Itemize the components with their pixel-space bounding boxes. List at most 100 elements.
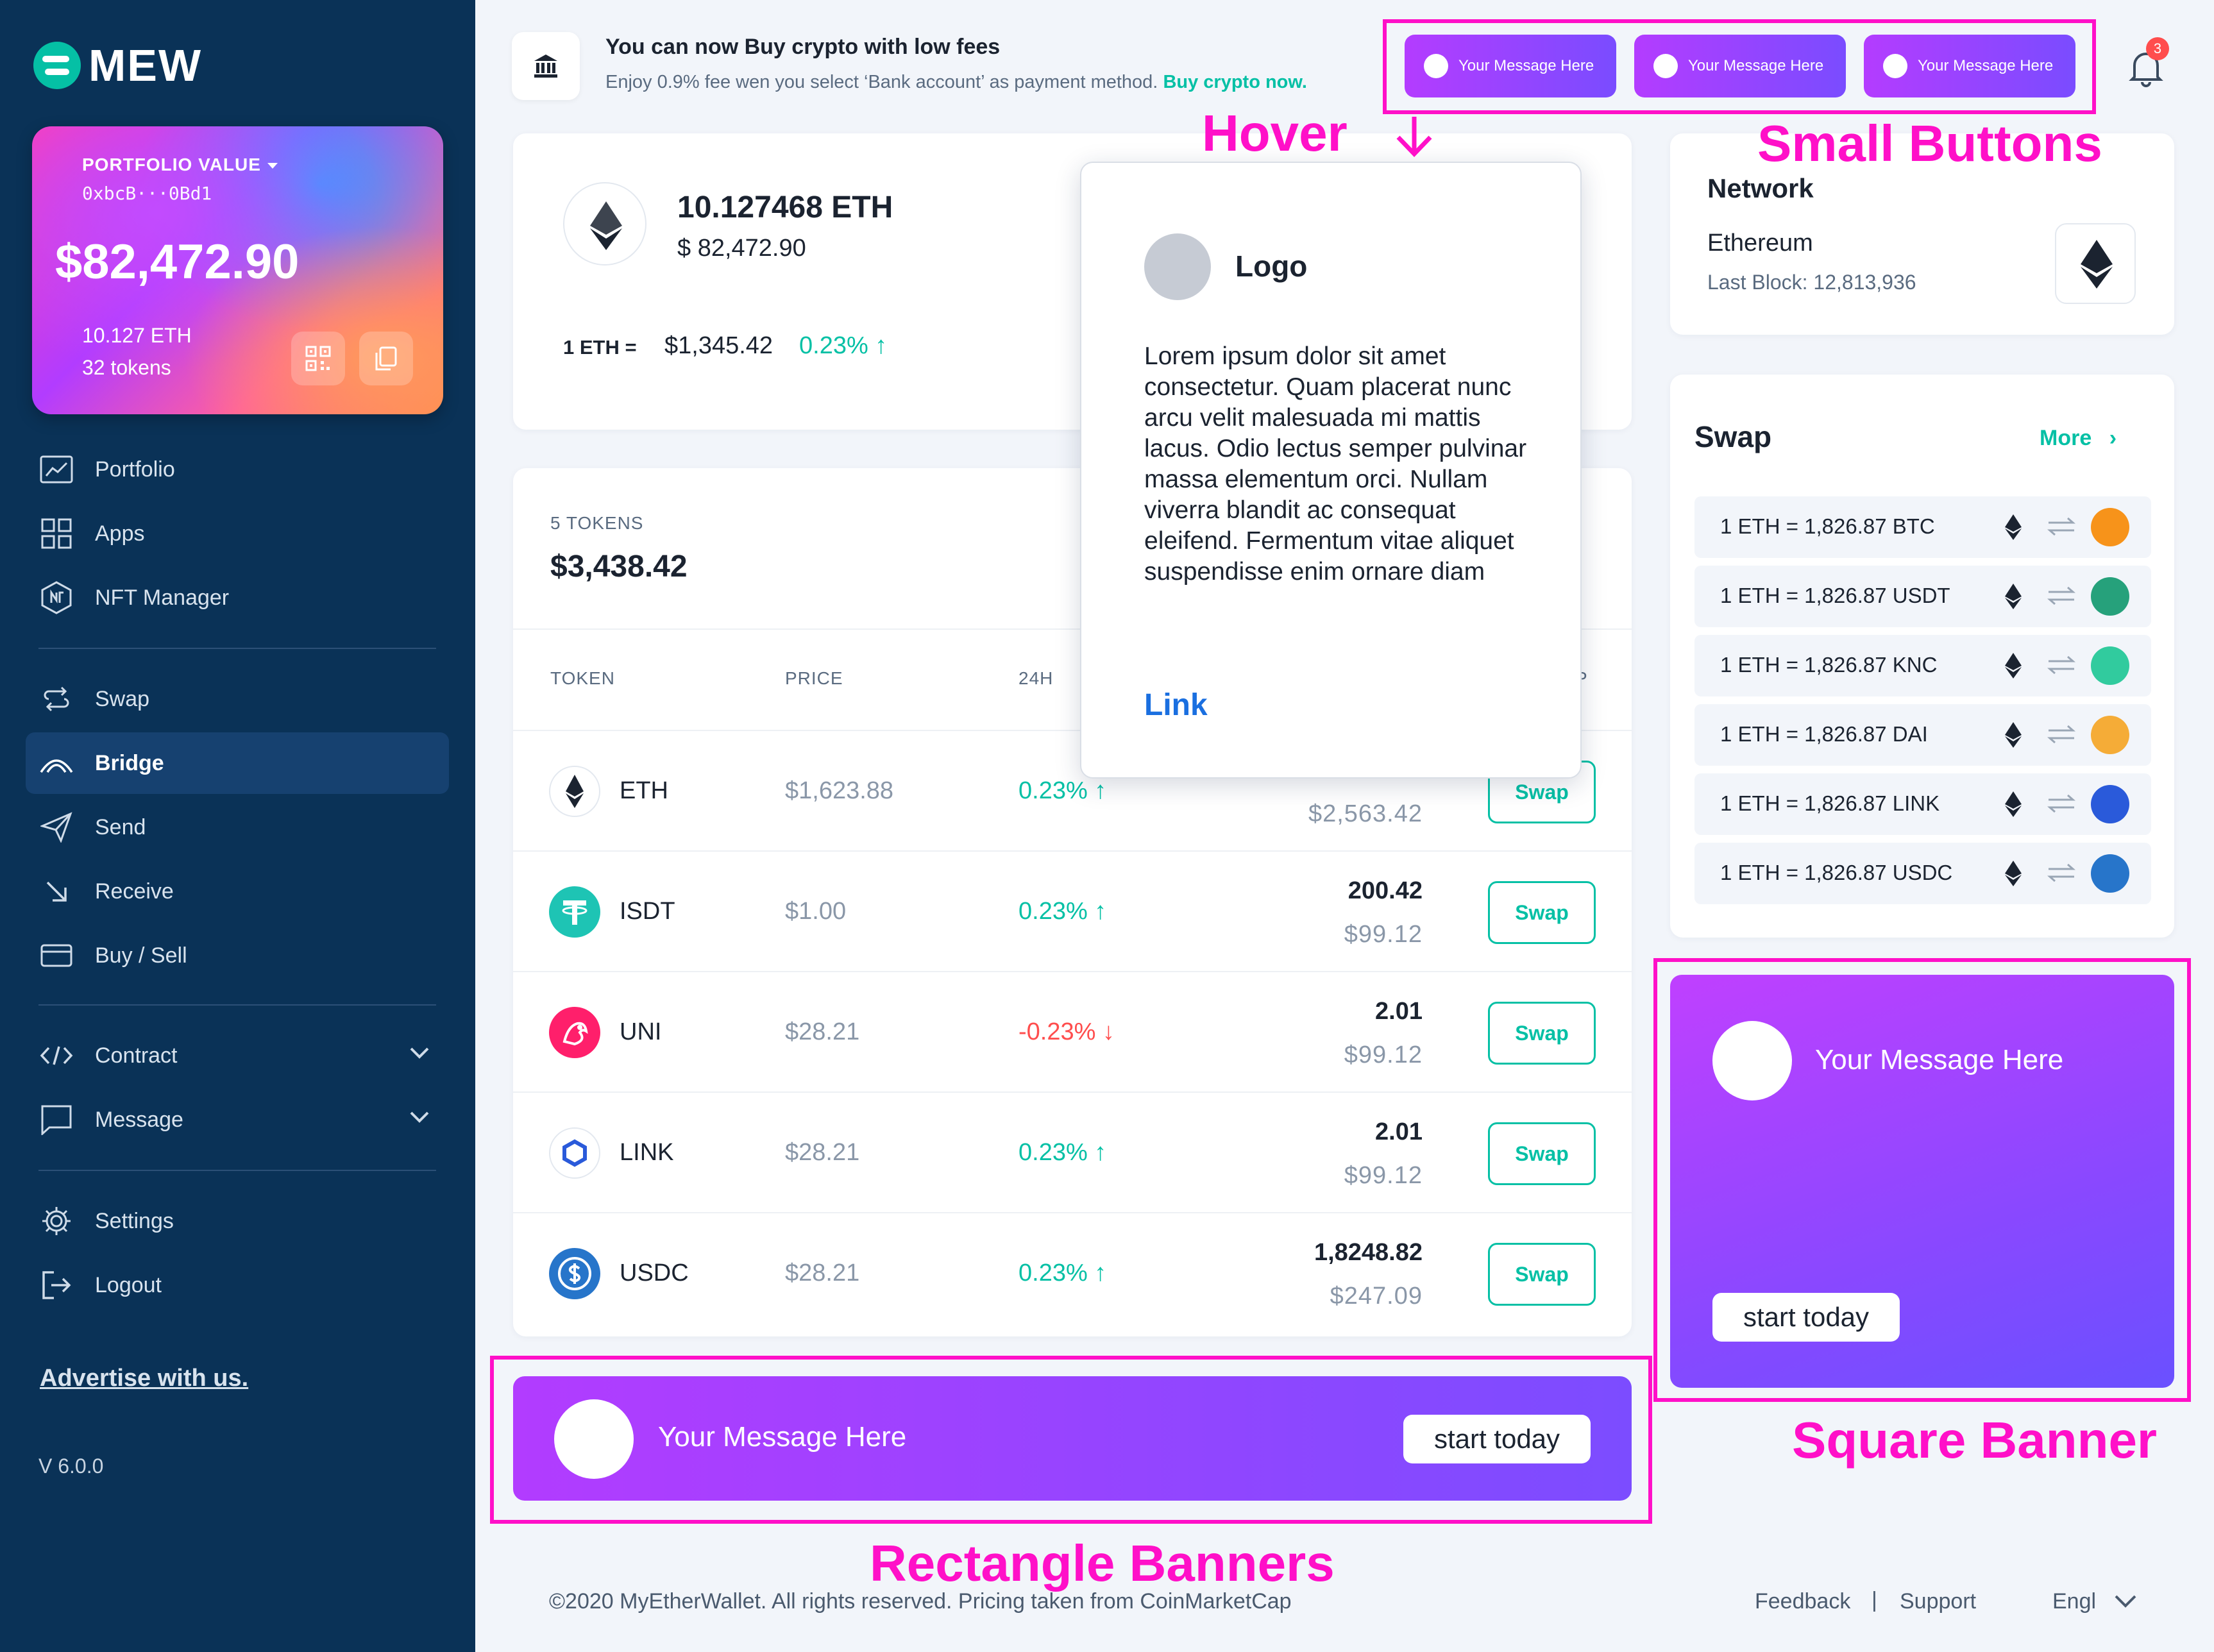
sidebar-item-portfolio[interactable]: Portfolio xyxy=(26,439,449,500)
advertise-link[interactable]: Advertise with us. xyxy=(40,1365,248,1392)
sidebar-item-message[interactable]: Message xyxy=(26,1089,449,1150)
token-name: ETH xyxy=(620,777,668,804)
token-change: 0.23% ↑ xyxy=(1018,1260,1107,1286)
logout-icon xyxy=(38,1267,74,1303)
network-switch-button[interactable] xyxy=(2055,223,2136,304)
sidebar-item-label: NFT Manager xyxy=(95,585,230,610)
copy-address-button[interactable] xyxy=(359,332,413,385)
swap-arrows-icon xyxy=(2047,517,2075,536)
ethereum-icon xyxy=(2005,584,2022,609)
token-name: LINK xyxy=(620,1139,674,1166)
ethereum-icon xyxy=(2005,514,2022,540)
token-row-isdt: ISDT $1.00 0.23% ↑ 200.42 $99.12 Swap xyxy=(513,850,1632,971)
column-header-24h: 24H xyxy=(1018,668,1054,688)
eth-logo xyxy=(563,182,646,266)
token-row-link: LINK $28.21 0.23% ↑ 2.01 $99.12 Swap xyxy=(513,1092,1632,1212)
sidebar-item-contract[interactable]: Contract xyxy=(26,1025,449,1086)
ethereum-icon xyxy=(549,766,600,817)
portfolio-token-count: 32 tokens xyxy=(82,356,171,379)
swap-more-link[interactable]: More › xyxy=(2040,426,2117,451)
eth-usd-value: $ 82,472.90 xyxy=(677,235,806,262)
swap-rate-row[interactable]: 1 ETH = 1,826.87 BTC xyxy=(1694,496,2151,558)
ethereum-icon xyxy=(2005,791,2022,817)
swap-title: Swap xyxy=(1694,420,1772,453)
column-header-price: PRICE xyxy=(785,668,843,688)
footer-separator: | xyxy=(1872,1588,1877,1612)
swap-arrows-icon xyxy=(38,681,74,717)
support-link[interactable]: Support xyxy=(1900,1589,1976,1614)
sidebar-item-buy-sell[interactable]: Buy / Sell xyxy=(26,925,449,986)
chevron-right-icon: › xyxy=(2109,426,2117,450)
sidebar-item-swap[interactable]: Swap xyxy=(26,668,449,730)
token-price: $28.21 xyxy=(785,1139,860,1166)
swap-rate-row[interactable]: 1 ETH = 1,826.87 DAI xyxy=(1694,704,2151,766)
brand-name: MEW xyxy=(89,40,203,90)
sidebar-item-label: Receive xyxy=(95,879,174,904)
portfolio-value-dropdown[interactable]: PORTFOLIO VALUE xyxy=(82,155,278,175)
sidebar-item-label: Apps xyxy=(95,521,145,546)
sidebar-item-send[interactable]: Send xyxy=(26,796,449,858)
apps-grid-icon xyxy=(38,516,74,552)
token-value: $99.12 xyxy=(1344,921,1423,948)
swap-button[interactable]: Swap xyxy=(1488,1122,1596,1185)
coin-icon xyxy=(2091,508,2129,546)
notification-badge: 3 xyxy=(2146,37,2169,60)
swap-button[interactable]: Swap xyxy=(1488,1002,1596,1065)
token-value: $2,563.42 xyxy=(1308,800,1423,827)
swap-rate-row[interactable]: 1 ETH = 1,826.87 LINK xyxy=(1694,773,2151,835)
swap-rate-text: 1 ETH = 1,826.87 DAI xyxy=(1720,722,1928,746)
token-change: 0.23% ↑ xyxy=(1018,777,1107,804)
swap-rate-text: 1 ETH = 1,826.87 USDC xyxy=(1720,861,1953,884)
sidebar-item-apps[interactable]: Apps xyxy=(26,503,449,564)
token-row-usdc: USDC $28.21 0.23% ↑ 1,8248.82 $247.09 Sw… xyxy=(513,1212,1632,1333)
chevron-down-icon xyxy=(410,1111,429,1123)
coin-icon xyxy=(2091,854,2129,893)
nft-hexagon-icon xyxy=(38,580,74,616)
token-value: $99.12 xyxy=(1344,1041,1423,1068)
token-balance: 2.01 xyxy=(1375,998,1423,1025)
token-price: $1.00 xyxy=(785,898,847,925)
sidebar-item-bridge[interactable]: Bridge xyxy=(26,732,449,794)
eth-rate: $1,345.42 xyxy=(664,332,773,359)
arrow-down-icon xyxy=(1396,117,1432,158)
eth-rate-label: 1 ETH = xyxy=(563,336,637,358)
swap-button[interactable]: Swap xyxy=(1488,881,1596,944)
swap-rate-row[interactable]: 1 ETH = 1,826.87 KNC xyxy=(1694,635,2151,696)
sidebar-item-receive[interactable]: Receive xyxy=(26,861,449,922)
chart-icon xyxy=(38,451,74,487)
sidebar-item-logout[interactable]: Logout xyxy=(26,1254,449,1316)
token-value: $247.09 xyxy=(1330,1283,1423,1310)
sidebar-item-label: Settings xyxy=(95,1208,174,1233)
token-name: UNI xyxy=(620,1018,662,1045)
promo-text: Enjoy 0.9% fee wen you select ‘Bank acco… xyxy=(605,72,1158,92)
swap-arrows-icon xyxy=(2047,725,2075,744)
portfolio-value-label: PORTFOLIO VALUE xyxy=(82,155,261,174)
swap-arrows-icon xyxy=(2047,655,2075,675)
token-row-uni: UNI $28.21 -0.23% ↓ 2.01 $99.12 Swap xyxy=(513,971,1632,1092)
network-name: Ethereum xyxy=(1707,230,1813,257)
sidebar-item-label: Logout xyxy=(95,1272,162,1297)
token-change: -0.23% ↓ xyxy=(1018,1018,1115,1045)
sidebar-item-settings[interactable]: Settings xyxy=(26,1190,449,1252)
buy-crypto-link[interactable]: Buy crypto now. xyxy=(1163,72,1307,92)
swap-rate-row[interactable]: 1 ETH = 1,826.87 USDC xyxy=(1694,843,2151,904)
bank-icon xyxy=(534,55,557,78)
eth-change: 0.23% ↑ xyxy=(799,332,888,359)
mew-logo[interactable]: MEW xyxy=(33,40,202,91)
sidebar-item-nft-manager[interactable]: NFT Manager xyxy=(26,567,449,628)
language-selector[interactable]: Engl xyxy=(2052,1589,2137,1614)
tokens-total: $3,438.42 xyxy=(550,550,688,584)
language-label: Engl xyxy=(2052,1589,2097,1614)
credit-card-icon xyxy=(38,938,74,973)
swap-rate-row[interactable]: 1 ETH = 1,826.87 USDT xyxy=(1694,566,2151,627)
code-brackets-icon xyxy=(38,1038,74,1074)
qr-code-button[interactable] xyxy=(291,332,345,385)
feedback-link[interactable]: Feedback xyxy=(1755,1589,1850,1614)
token-change: 0.23% ↑ xyxy=(1018,898,1107,925)
swap-button[interactable]: Swap xyxy=(1488,1243,1596,1306)
more-label: More xyxy=(2040,426,2092,450)
sidebar-divider xyxy=(38,1004,436,1006)
sidebar-item-label: Contract xyxy=(95,1043,178,1068)
eth-balance: 10.127468 ETH xyxy=(677,190,893,224)
popover-link[interactable]: Link xyxy=(1144,687,1208,723)
